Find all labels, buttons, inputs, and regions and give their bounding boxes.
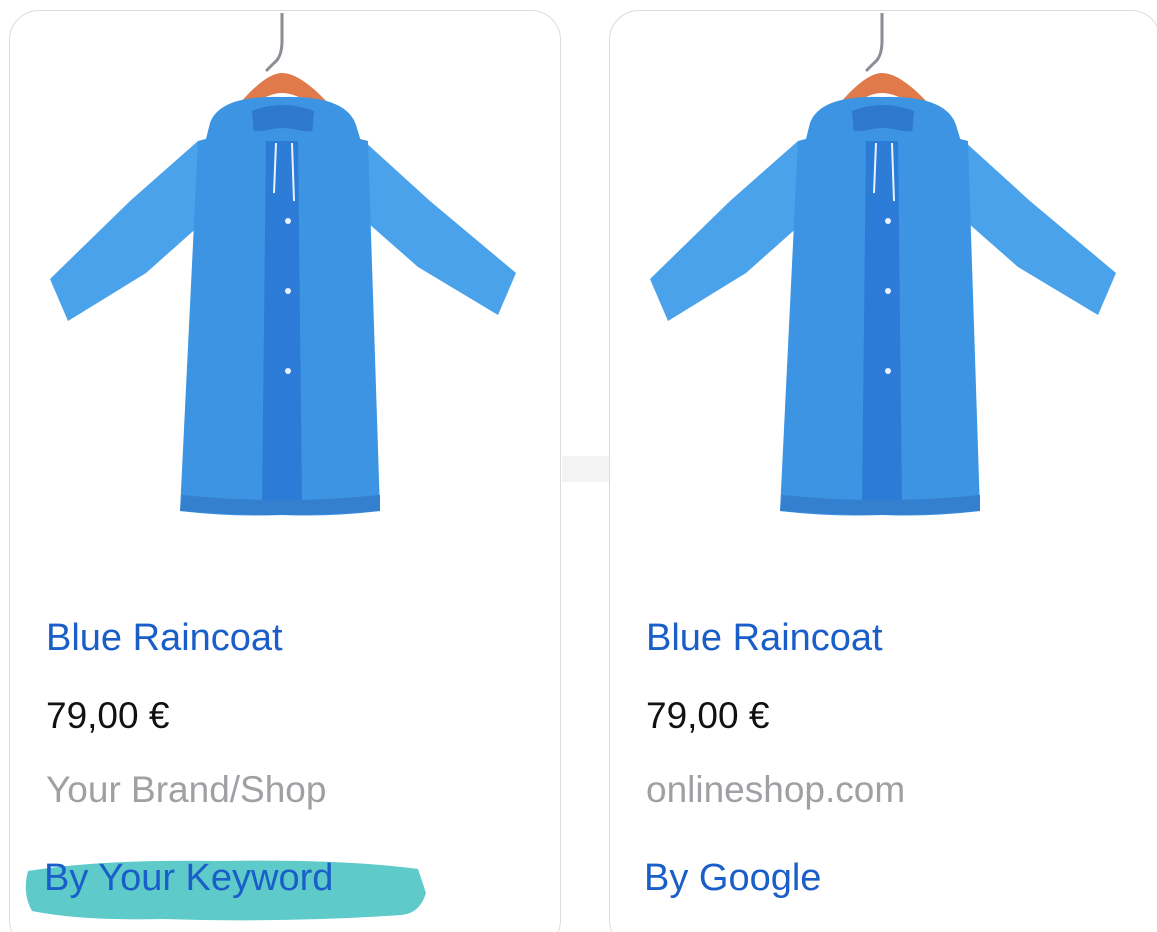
comparison-stage: Blue Raincoat 79,00 € Your Brand/Shop By… xyxy=(0,0,1157,932)
product-price: 79,00 € xyxy=(646,695,770,736)
raincoat-image[interactable] xyxy=(30,11,530,531)
product-card-left[interactable]: Blue Raincoat 79,00 € Your Brand/Shop By… xyxy=(9,10,561,932)
product-title[interactable]: Blue Raincoat xyxy=(646,617,883,660)
byline-text: By Google xyxy=(644,857,822,899)
divider-strip xyxy=(562,456,610,482)
shop-name: Your Brand/Shop xyxy=(46,769,327,810)
raincoat-image[interactable] xyxy=(630,11,1130,531)
byline-text: By Your Keyword xyxy=(44,857,334,899)
product-card-right[interactable]: Blue Raincoat 79,00 € onlineshop.com By … xyxy=(609,10,1157,932)
product-title[interactable]: Blue Raincoat xyxy=(46,617,283,660)
product-price: 79,00 € xyxy=(46,695,170,736)
shop-name: onlineshop.com xyxy=(646,769,906,810)
